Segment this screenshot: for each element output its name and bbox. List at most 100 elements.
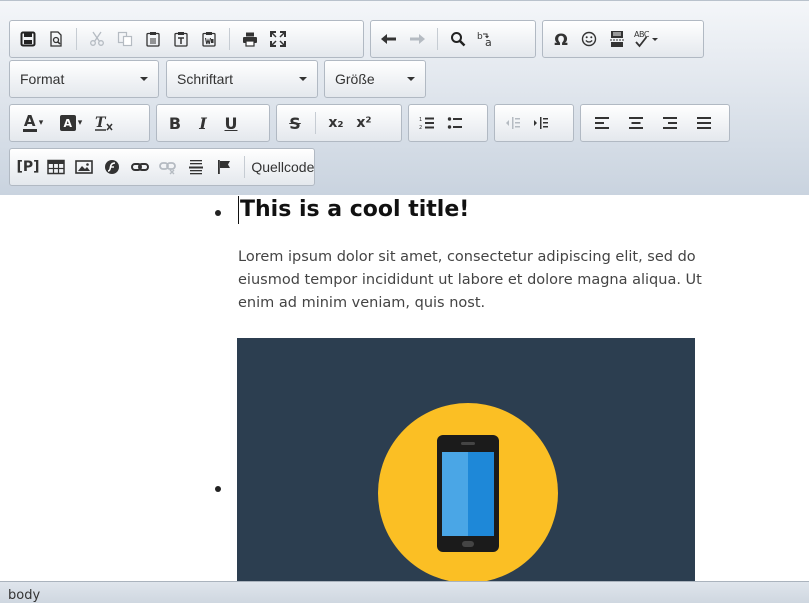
smiley-icon (581, 31, 597, 47)
preview-button[interactable] (42, 25, 70, 53)
cut-icon (90, 31, 104, 46)
smiley-button[interactable] (575, 25, 603, 53)
outdent-button[interactable] (499, 109, 527, 137)
align-justify-button[interactable] (687, 109, 721, 137)
toolbar-separator (244, 156, 245, 178)
size-dropdown-label: Größe (335, 71, 375, 87)
toolbar-separator (315, 112, 316, 134)
text-color-icon: A (22, 112, 37, 132)
redo-button[interactable] (403, 25, 431, 53)
editor-content[interactable]: This is a cool title! Lorem ipsum dolor … (0, 195, 809, 581)
source-button-label: Quellcode (251, 159, 315, 175)
toolbar-group-document (9, 20, 364, 58)
cut-button[interactable] (83, 25, 111, 53)
image-button[interactable] (70, 153, 98, 181)
align-justify-icon (697, 117, 711, 129)
paragraph-button[interactable]: [P] (14, 153, 42, 181)
toolbar-separator (76, 28, 77, 50)
list-bullet (215, 210, 221, 216)
content-image[interactable] (237, 338, 695, 581)
search-icon (451, 32, 466, 47)
maximize-icon (270, 31, 286, 47)
subscript-button[interactable]: x₂ (322, 109, 350, 137)
bg-color-icon: A (59, 115, 76, 131)
source-button[interactable]: Quellcode (251, 153, 314, 181)
smartphone-icon (378, 403, 558, 581)
content-title[interactable]: This is a cool title! (238, 196, 469, 224)
outdent-icon (506, 117, 520, 129)
find-button[interactable] (444, 25, 472, 53)
toolbar-group-basic-styles: B I U (156, 104, 270, 142)
bulleted-list-button[interactable] (441, 109, 469, 137)
indent-button[interactable] (527, 109, 555, 137)
format-dropdown[interactable]: Format (9, 60, 159, 98)
toolbar-group-lists: 12 (408, 104, 488, 142)
link-button[interactable] (126, 153, 154, 181)
editor-toolbar: ba Ω ABC Format Schriftart Größe A ▾ A ▾… (0, 0, 809, 195)
table-button[interactable] (42, 153, 70, 181)
page-break-icon (610, 31, 624, 47)
paste-button[interactable] (139, 25, 167, 53)
element-path-body[interactable]: body (8, 588, 40, 603)
flash-button[interactable] (98, 153, 126, 181)
numbered-list-button[interactable]: 12 (413, 109, 441, 137)
toolbar-group-edit: ba (370, 20, 536, 58)
toolbar-group-align (580, 104, 730, 142)
maximize-button[interactable] (264, 25, 292, 53)
content-paragraph[interactable]: Lorem ipsum dolor sit amet, consectetur … (238, 246, 738, 315)
bold-button[interactable]: B (161, 109, 189, 137)
print-icon (243, 32, 257, 47)
size-dropdown[interactable]: Größe (324, 60, 426, 98)
format-dropdown-label: Format (20, 71, 65, 87)
horizontal-rule-button[interactable] (182, 153, 210, 181)
underline-button[interactable]: U (217, 109, 245, 137)
unlink-icon (159, 162, 176, 175)
anchor-button[interactable] (210, 153, 238, 181)
chevron-down-icon (140, 77, 148, 81)
horizontal-rule-icon (189, 160, 203, 175)
list-bullet (215, 486, 221, 492)
chevron-down-icon (407, 77, 415, 81)
replace-button[interactable]: ba (472, 25, 500, 53)
toolbar-separator (229, 28, 230, 50)
chevron-down-icon (299, 77, 307, 81)
paste-word-button[interactable] (195, 25, 223, 53)
spellcheck-icon: ABC (633, 29, 661, 49)
toolbar-group-script: S x₂ x² (276, 104, 402, 142)
font-dropdown-label: Schriftart (177, 71, 234, 87)
font-dropdown[interactable]: Schriftart (166, 60, 318, 98)
superscript-button[interactable]: x² (350, 109, 378, 137)
align-right-button[interactable] (653, 109, 687, 137)
paste-word-icon (202, 32, 216, 47)
remove-format-button[interactable]: T (90, 109, 118, 137)
align-center-icon (629, 117, 643, 129)
svg-text:T: T (95, 115, 107, 131)
indent-icon (534, 117, 548, 129)
special-char-button[interactable]: Ω (547, 25, 575, 53)
paragraph-icon: [P] (16, 159, 40, 175)
align-left-button[interactable] (585, 109, 619, 137)
save-button[interactable] (14, 25, 42, 53)
italic-button[interactable]: I (189, 109, 217, 137)
bulleted-list-icon (447, 117, 462, 129)
copy-button[interactable] (111, 25, 139, 53)
bg-color-button[interactable]: A ▾ (52, 109, 90, 137)
page-break-button[interactable] (603, 25, 631, 53)
replace-icon: ba (477, 32, 492, 48)
undo-button[interactable] (375, 25, 403, 53)
toolbar-group-indent (494, 104, 574, 142)
print-button[interactable] (236, 25, 264, 53)
paste-text-button[interactable] (167, 25, 195, 53)
paste-icon (146, 32, 160, 47)
spellcheck-button[interactable]: ABC (631, 25, 663, 53)
preview-icon (50, 31, 62, 47)
omega-icon: Ω (554, 29, 568, 49)
strike-button[interactable]: S (281, 109, 309, 137)
toolbar-group-blocks: [P] Quellcode (9, 148, 315, 186)
text-color-button[interactable]: A ▾ (14, 109, 52, 137)
align-center-button[interactable] (619, 109, 653, 137)
unlink-button[interactable] (154, 153, 182, 181)
toolbar-group-insert: Ω ABC (542, 20, 704, 58)
undo-icon (381, 34, 396, 44)
svg-text:b: b (477, 32, 483, 42)
